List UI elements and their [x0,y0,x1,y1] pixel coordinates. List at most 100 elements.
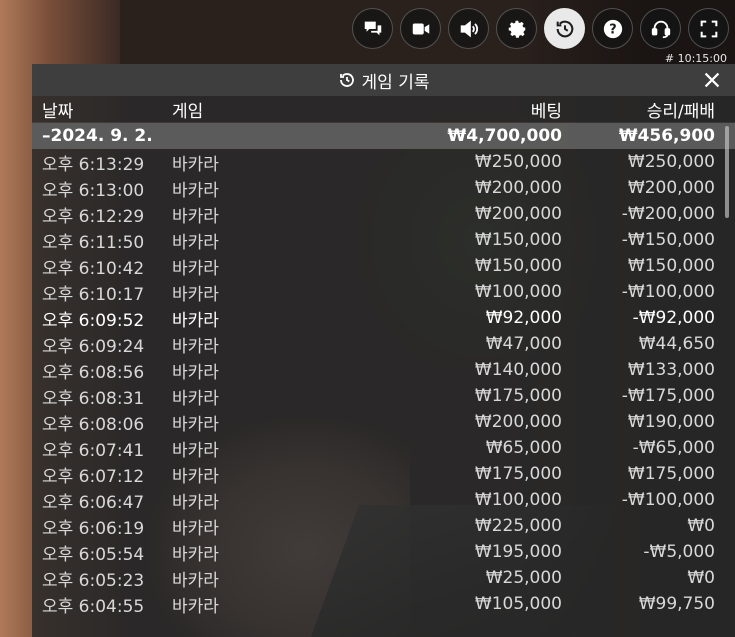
row-time: 오후 6:07:12 [42,466,145,487]
volume-button[interactable] [448,8,489,49]
row-time: 오후 6:05:54 [42,544,145,565]
row-winloss: ₩0 [687,516,715,536]
history-list: –2024. 9. 2. ₩4,700,000 ₩456,900 오후 6:13… [32,123,735,617]
row-winloss: -₩5,000 [643,542,715,562]
row-bet: ₩100,000 [474,282,562,302]
row-time: 오후 6:08:06 [42,414,145,435]
row-game: 바카라 [172,206,219,227]
support-button[interactable] [640,8,681,49]
row-winloss: ₩200,000 [627,178,715,198]
row-bet: ₩195,000 [474,542,562,562]
row-time: 오후 6:09:24 [42,336,145,357]
history-row[interactable]: 오후 6:07:41 바카라 ₩65,000 -₩65,000 [32,435,735,461]
row-time: 오후 6:08:56 [42,362,145,383]
row-bet: ₩175,000 [474,464,562,484]
row-winloss: ₩150,000 [627,256,715,276]
fullscreen-button[interactable] [688,8,729,49]
history-row[interactable]: 오후 6:08:31 바카라 ₩175,000 -₩175,000 [32,383,735,409]
row-time: 오후 6:05:23 [42,570,145,591]
history-row[interactable]: 오후 6:07:12 바카라 ₩175,000 ₩175,000 [32,461,735,487]
row-game: 바카라 [172,362,219,383]
group-date: –2024. 9. 2. [42,126,153,146]
history-row[interactable]: 오후 6:04:55 바카라 ₩105,000 ₩99,750 [32,591,735,617]
history-row[interactable]: 오후 6:11:50 바카라 ₩150,000 -₩150,000 [32,227,735,253]
history-row[interactable]: 오후 6:10:42 바카라 ₩150,000 ₩150,000 [32,253,735,279]
settings-button[interactable] [496,8,537,49]
panel-header: 게임 기록 [32,64,735,96]
row-bet: ₩140,000 [474,360,562,380]
row-time: 오후 6:06:47 [42,492,145,513]
row-game: 바카라 [172,414,219,435]
history-row[interactable]: 오후 6:05:23 바카라 ₩25,000 ₩0 [32,565,735,591]
row-time: 오후 6:07:41 [42,440,145,461]
history-row[interactable]: 오후 6:10:17 바카라 ₩100,000 -₩100,000 [32,279,735,305]
history-row[interactable]: 오후 6:08:56 바카라 ₩140,000 ₩133,000 [32,357,735,383]
row-bet: ₩65,000 [485,438,562,458]
scrollbar[interactable] [725,126,729,218]
date-group-row[interactable]: –2024. 9. 2. ₩4,700,000 ₩456,900 [32,123,735,149]
row-game: 바카라 [172,544,219,565]
help-icon: ? [603,19,622,38]
column-header-game[interactable]: 게임 [172,97,372,122]
column-header-winloss[interactable]: 승리/패배 [562,97,715,122]
help-button[interactable]: ? [592,8,633,49]
history-button[interactable] [544,8,585,49]
row-time: 오후 6:12:29 [42,206,145,227]
row-winloss: ₩44,650 [638,334,715,354]
row-game: 바카라 [172,518,219,539]
column-header-date[interactable]: 날짜 [32,97,172,122]
history-row[interactable]: 오후 6:05:54 바카라 ₩195,000 -₩5,000 [32,539,735,565]
row-game: 바카라 [172,258,219,279]
fullscreen-icon [700,20,717,37]
row-time: 오후 6:04:55 [42,596,145,617]
top-toolbar: ? [352,8,729,49]
history-row[interactable]: 오후 6:12:29 바카라 ₩200,000 -₩200,000 [32,201,735,227]
row-time: 오후 6:13:00 [42,180,145,201]
row-bet: ₩200,000 [474,178,562,198]
row-winloss: -₩175,000 [621,386,715,406]
row-game: 바카라 [172,596,219,617]
history-row[interactable]: 오후 6:13:00 바카라 ₩200,000 ₩200,000 [32,175,735,201]
history-row[interactable]: 오후 6:09:24 바카라 ₩47,000 ₩44,650 [32,331,735,357]
row-winloss: -₩150,000 [621,230,715,250]
row-winloss: -₩200,000 [621,204,715,224]
row-bet: ₩200,000 [474,412,562,432]
row-bet: ₩150,000 [474,230,562,250]
row-game: 바카라 [172,154,219,175]
row-bet: ₩47,000 [485,334,562,354]
history-row[interactable]: 오후 6:06:19 바카라 ₩225,000 ₩0 [32,513,735,539]
gear-icon [508,20,525,38]
row-bet: ₩250,000 [474,152,562,172]
close-icon[interactable] [701,69,723,91]
column-header-bet[interactable]: 베팅 [372,97,562,122]
row-game: 바카라 [172,284,219,305]
history-row[interactable]: 오후 6:09:52 바카라 ₩92,000 -₩92,000 [32,305,735,331]
history-row[interactable]: 오후 6:06:47 바카라 ₩100,000 -₩100,000 [32,487,735,513]
row-time: 오후 6:10:17 [42,284,145,305]
row-winloss: ₩99,750 [638,594,715,614]
row-winloss: -₩92,000 [632,308,715,328]
volume-icon [460,20,478,37]
row-winloss: ₩250,000 [627,152,715,172]
history-icon [556,20,573,37]
history-row[interactable]: 오후 6:08:06 바카라 ₩200,000 ₩190,000 [32,409,735,435]
row-bet: ₩150,000 [474,256,562,276]
row-bet: ₩105,000 [474,594,562,614]
row-bet: ₩92,000 [485,308,562,328]
row-game: 바카라 [172,180,219,201]
chat-button[interactable] [352,8,393,49]
row-game: 바카라 [172,336,219,357]
history-row[interactable]: 오후 6:13:29 바카라 ₩250,000 ₩250,000 [32,149,735,175]
row-bet: ₩175,000 [474,386,562,406]
row-winloss: ₩190,000 [627,412,715,432]
video-button[interactable] [400,8,441,49]
chat-icon [364,21,381,35]
row-winloss: ₩0 [687,568,715,588]
row-bet: ₩25,000 [485,568,562,588]
row-bet: ₩225,000 [474,516,562,536]
group-winloss-total: ₩456,900 [618,126,715,146]
row-game: 바카라 [172,466,219,487]
row-time: 오후 6:06:19 [42,518,145,539]
row-winloss: ₩175,000 [627,464,715,484]
row-game: 바카라 [172,388,219,409]
